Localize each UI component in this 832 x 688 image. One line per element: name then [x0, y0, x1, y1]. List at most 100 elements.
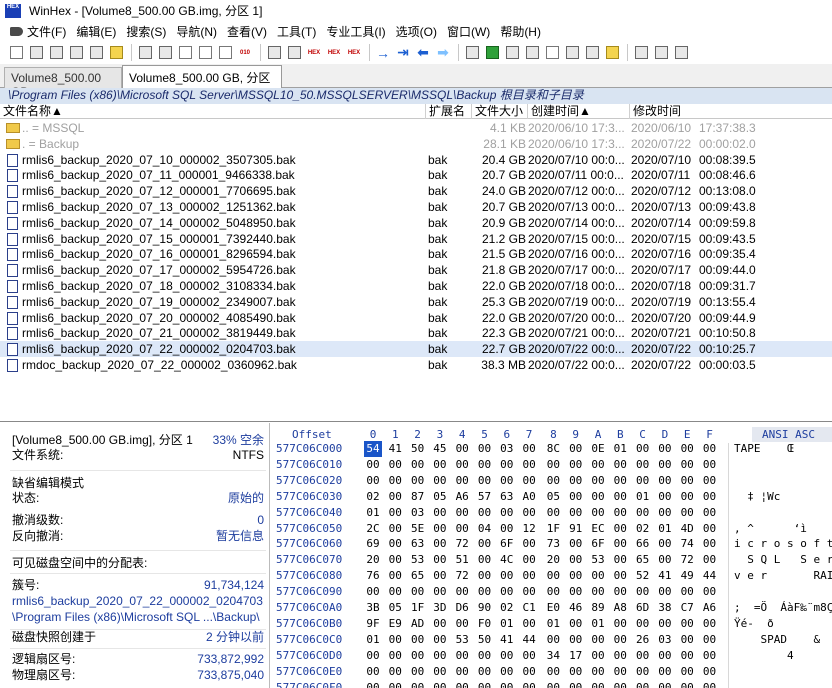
hex-byte[interactable]: 3D — [431, 600, 449, 616]
hex-byte[interactable]: 00 — [453, 648, 471, 664]
hex-byte[interactable]: 12 — [520, 521, 538, 537]
hex-byte[interactable]: 00 — [386, 489, 404, 505]
hex-byte[interactable]: 52 — [634, 568, 652, 584]
hex-byte[interactable]: 00 — [476, 648, 494, 664]
hex-ansi-text[interactable]: ‡ ¦Wc — [734, 489, 787, 505]
print-icon[interactable] — [68, 45, 84, 61]
hex-byte[interactable]: 00 — [701, 457, 719, 473]
hex-byte[interactable]: 00 — [386, 536, 404, 552]
menu-item-9[interactable]: 帮助(H) — [500, 23, 541, 40]
hex-byte[interactable]: 3B — [364, 600, 382, 616]
hex-byte[interactable]: 00 — [567, 680, 585, 688]
hex-byte[interactable]: 00 — [476, 680, 494, 688]
hex-byte[interactable]: 05 — [431, 489, 449, 505]
hex-byte[interactable]: 00 — [544, 680, 562, 688]
hex-byte[interactable]: A8 — [611, 600, 629, 616]
hex-byte[interactable]: 46 — [567, 600, 585, 616]
hex-byte[interactable]: 34 — [544, 648, 562, 664]
hex-byte[interactable]: F0 — [476, 616, 494, 632]
menu-item-3[interactable]: 导航(N) — [176, 23, 217, 40]
hex-byte[interactable]: 00 — [611, 536, 629, 552]
hex-byte[interactable]: 02 — [364, 489, 382, 505]
hex-byte[interactable]: 00 — [611, 568, 629, 584]
hex-byte[interactable]: 00 — [498, 680, 516, 688]
hex-byte[interactable]: 00 — [476, 536, 494, 552]
hex-byte[interactable]: 00 — [678, 505, 696, 521]
hex-byte[interactable]: 00 — [634, 441, 652, 457]
hex-byte[interactable]: 00 — [567, 489, 585, 505]
hex-byte[interactable]: 00 — [611, 664, 629, 680]
hex-byte[interactable]: 00 — [634, 457, 652, 473]
hex-byte[interactable]: 53 — [453, 632, 471, 648]
hex-byte[interactable]: 20 — [364, 552, 382, 568]
hex-byte[interactable]: 00 — [678, 616, 696, 632]
hex-byte[interactable]: 00 — [701, 552, 719, 568]
hash-icon[interactable] — [564, 45, 580, 61]
hex-byte[interactable]: 87 — [409, 489, 427, 505]
new-file-icon[interactable] — [8, 45, 24, 61]
hex-byte[interactable]: 00 — [701, 505, 719, 521]
table-row[interactable]: rmlis6_backup_2020_07_14_000002_5048950.… — [0, 215, 832, 231]
hex-byte[interactable]: 01 — [634, 489, 652, 505]
hex-byte[interactable]: 90 — [476, 600, 494, 616]
hex-byte[interactable]: 00 — [678, 584, 696, 600]
column-header-ext[interactable]: 扩展名 — [426, 104, 472, 119]
table-row[interactable]: rmlis6_backup_2020_07_15_000001_7392440.… — [0, 231, 832, 247]
hex-byte[interactable]: 00 — [476, 457, 494, 473]
menu-item-7[interactable]: 选项(O) — [396, 23, 437, 40]
hex-byte[interactable]: 02 — [498, 600, 516, 616]
disk-tools-icon[interactable] — [464, 45, 480, 61]
hex-byte[interactable]: 00 — [386, 457, 404, 473]
hex-row[interactable]: 577C06C0E0 00 00 00 00 00 00 00 00 00 00 00 00 00 00 00… — [270, 664, 832, 680]
hex-row[interactable]: 577C06C030 02 00 87 05 A6 57 63 A0 05 00 00 00 01 00 00… — [270, 489, 832, 505]
hex-editor[interactable]: Offset ANSI ASC 0123456789ABCDEF 577C06C… — [270, 423, 832, 688]
hex-byte[interactable]: 01 — [364, 505, 382, 521]
hex-byte[interactable]: 53 — [589, 552, 607, 568]
hex-byte[interactable]: 00 — [386, 505, 404, 521]
hex-byte[interactable]: 00 — [409, 473, 427, 489]
hex-byte[interactable]: 1F — [544, 521, 562, 537]
hex-byte[interactable]: E9 — [386, 616, 404, 632]
current-file-path[interactable]: \Program Files (x86)\Microsoft SQL ...\B… — [12, 610, 260, 625]
hex-byte[interactable]: 00 — [520, 457, 538, 473]
hex-byte[interactable]: 00 — [364, 664, 382, 680]
hex-byte[interactable]: 03 — [409, 505, 427, 521]
hex-byte[interactable]: 1F — [409, 600, 427, 616]
hex-byte[interactable]: 00 — [589, 505, 607, 521]
hex-byte[interactable]: 00 — [431, 536, 449, 552]
hex-byte[interactable]: 00 — [453, 680, 471, 688]
hex-byte[interactable]: 00 — [678, 489, 696, 505]
hex-byte[interactable]: 00 — [520, 664, 538, 680]
hex-byte[interactable]: 00 — [453, 584, 471, 600]
hex-byte[interactable]: 00 — [678, 664, 696, 680]
hex-ansi-text[interactable]: S Q L S e r — [734, 552, 832, 568]
hex-byte[interactable]: 00 — [520, 680, 538, 688]
table-row[interactable]: rmdoc_backup_2020_07_22_000002_0360962.b… — [0, 357, 832, 373]
hex-byte[interactable]: 00 — [453, 664, 471, 680]
hex-byte[interactable]: 00 — [567, 664, 585, 680]
open-folder-icon[interactable] — [108, 45, 124, 61]
settings-icon[interactable] — [604, 45, 620, 61]
hex-byte[interactable]: 00 — [431, 664, 449, 680]
properties-icon[interactable] — [88, 45, 104, 61]
hex-byte[interactable]: 45 — [431, 441, 449, 457]
paste-icon[interactable] — [197, 45, 213, 61]
hex-byte[interactable]: 00 — [611, 521, 629, 537]
hex-byte[interactable]: 41 — [386, 441, 404, 457]
hex-byte[interactable]: 00 — [364, 680, 382, 688]
hex-ansi-text[interactable]: ; =Ö ÁàF‰¨m8Ç¦ — [734, 600, 832, 616]
hex-byte[interactable]: 00 — [453, 441, 471, 457]
hex-byte[interactable]: 00 — [678, 457, 696, 473]
hex-byte[interactable]: 00 — [567, 552, 585, 568]
hex-byte[interactable]: 00 — [431, 648, 449, 664]
hex-row[interactable]: 577C06C000 54 41 50 45 00 00 03 00 8C 00 0E 01 00 00 00… — [270, 441, 832, 457]
hex-byte[interactable]: 00 — [634, 505, 652, 521]
menu-item-8[interactable]: 窗口(W) — [447, 23, 490, 40]
hex-byte[interactable]: 41 — [498, 632, 516, 648]
hex-byte[interactable]: 00 — [498, 473, 516, 489]
hex-row[interactable]: 577C06C010 00 00 00 00 00 00 00 00 00 00 00 00 00 00 00… — [270, 457, 832, 473]
hex-byte[interactable]: 02 — [634, 521, 652, 537]
table-row[interactable]: rmlis6_backup_2020_07_17_000002_5954726.… — [0, 262, 832, 278]
open-file-icon[interactable] — [28, 45, 44, 61]
hex-ansi-text[interactable]: v e r RAID — [734, 568, 832, 584]
